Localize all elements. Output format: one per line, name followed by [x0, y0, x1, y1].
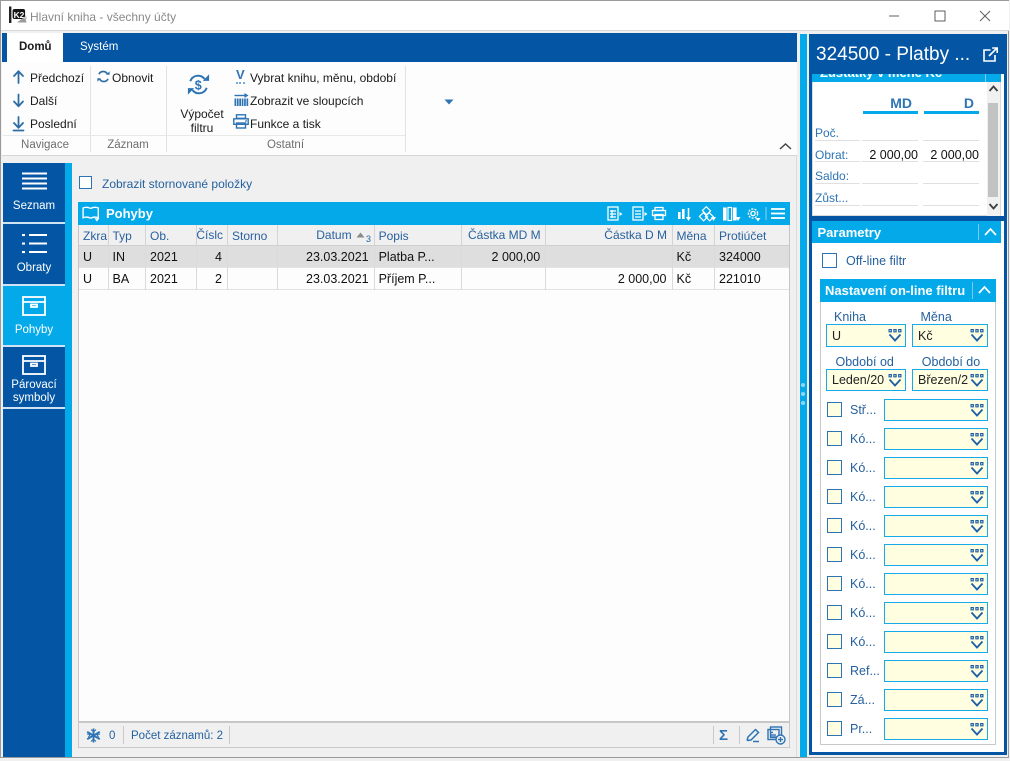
svg-text:$: $: [195, 78, 202, 92]
